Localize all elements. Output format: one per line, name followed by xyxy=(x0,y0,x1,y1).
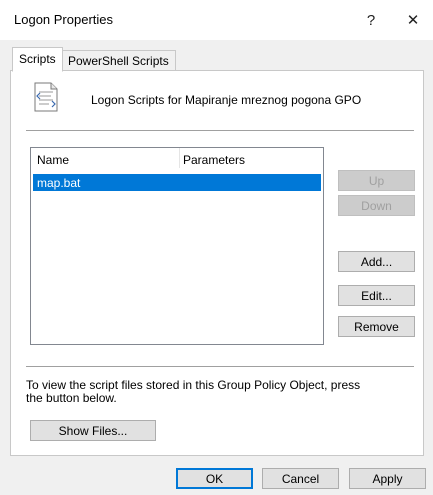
show-files-note: To view the script files stored in this … xyxy=(26,378,361,405)
divider xyxy=(26,366,414,367)
tab-scripts[interactable]: Scripts xyxy=(12,47,63,72)
add-button[interactable]: Add... xyxy=(338,251,415,272)
scripts-heading: Logon Scripts for Mapiranje mreznog pogo… xyxy=(91,93,362,107)
apply-button[interactable]: Apply xyxy=(349,468,426,489)
up-button[interactable]: Up xyxy=(338,170,415,191)
ok-button[interactable]: OK xyxy=(176,468,253,489)
row-name: map.bat xyxy=(37,176,81,190)
scripts-list[interactable]: Name Parameters map.bat xyxy=(30,147,324,345)
cancel-button[interactable]: Cancel xyxy=(262,468,339,489)
close-icon: ✕ xyxy=(406,12,420,29)
close-button[interactable]: ✕ xyxy=(397,4,429,36)
script-document-icon xyxy=(34,82,58,112)
window-title: Logon Properties xyxy=(14,12,114,27)
help-icon: ? xyxy=(366,11,376,29)
tab-powershell-scripts[interactable]: PowerShell Scripts xyxy=(61,50,176,72)
column-header-parameters[interactable]: Parameters xyxy=(183,153,245,167)
tab-label: PowerShell Scripts xyxy=(68,54,169,68)
help-button[interactable]: ? xyxy=(355,4,387,36)
edit-button[interactable]: Edit... xyxy=(338,285,415,306)
remove-button[interactable]: Remove xyxy=(338,316,415,337)
tab-label: Scripts xyxy=(19,52,56,66)
column-divider[interactable] xyxy=(179,148,180,168)
divider xyxy=(26,130,414,131)
table-row[interactable]: map.bat xyxy=(33,174,321,191)
show-files-button[interactable]: Show Files... xyxy=(30,420,156,441)
column-header-name[interactable]: Name xyxy=(37,153,69,167)
down-button[interactable]: Down xyxy=(338,195,415,216)
